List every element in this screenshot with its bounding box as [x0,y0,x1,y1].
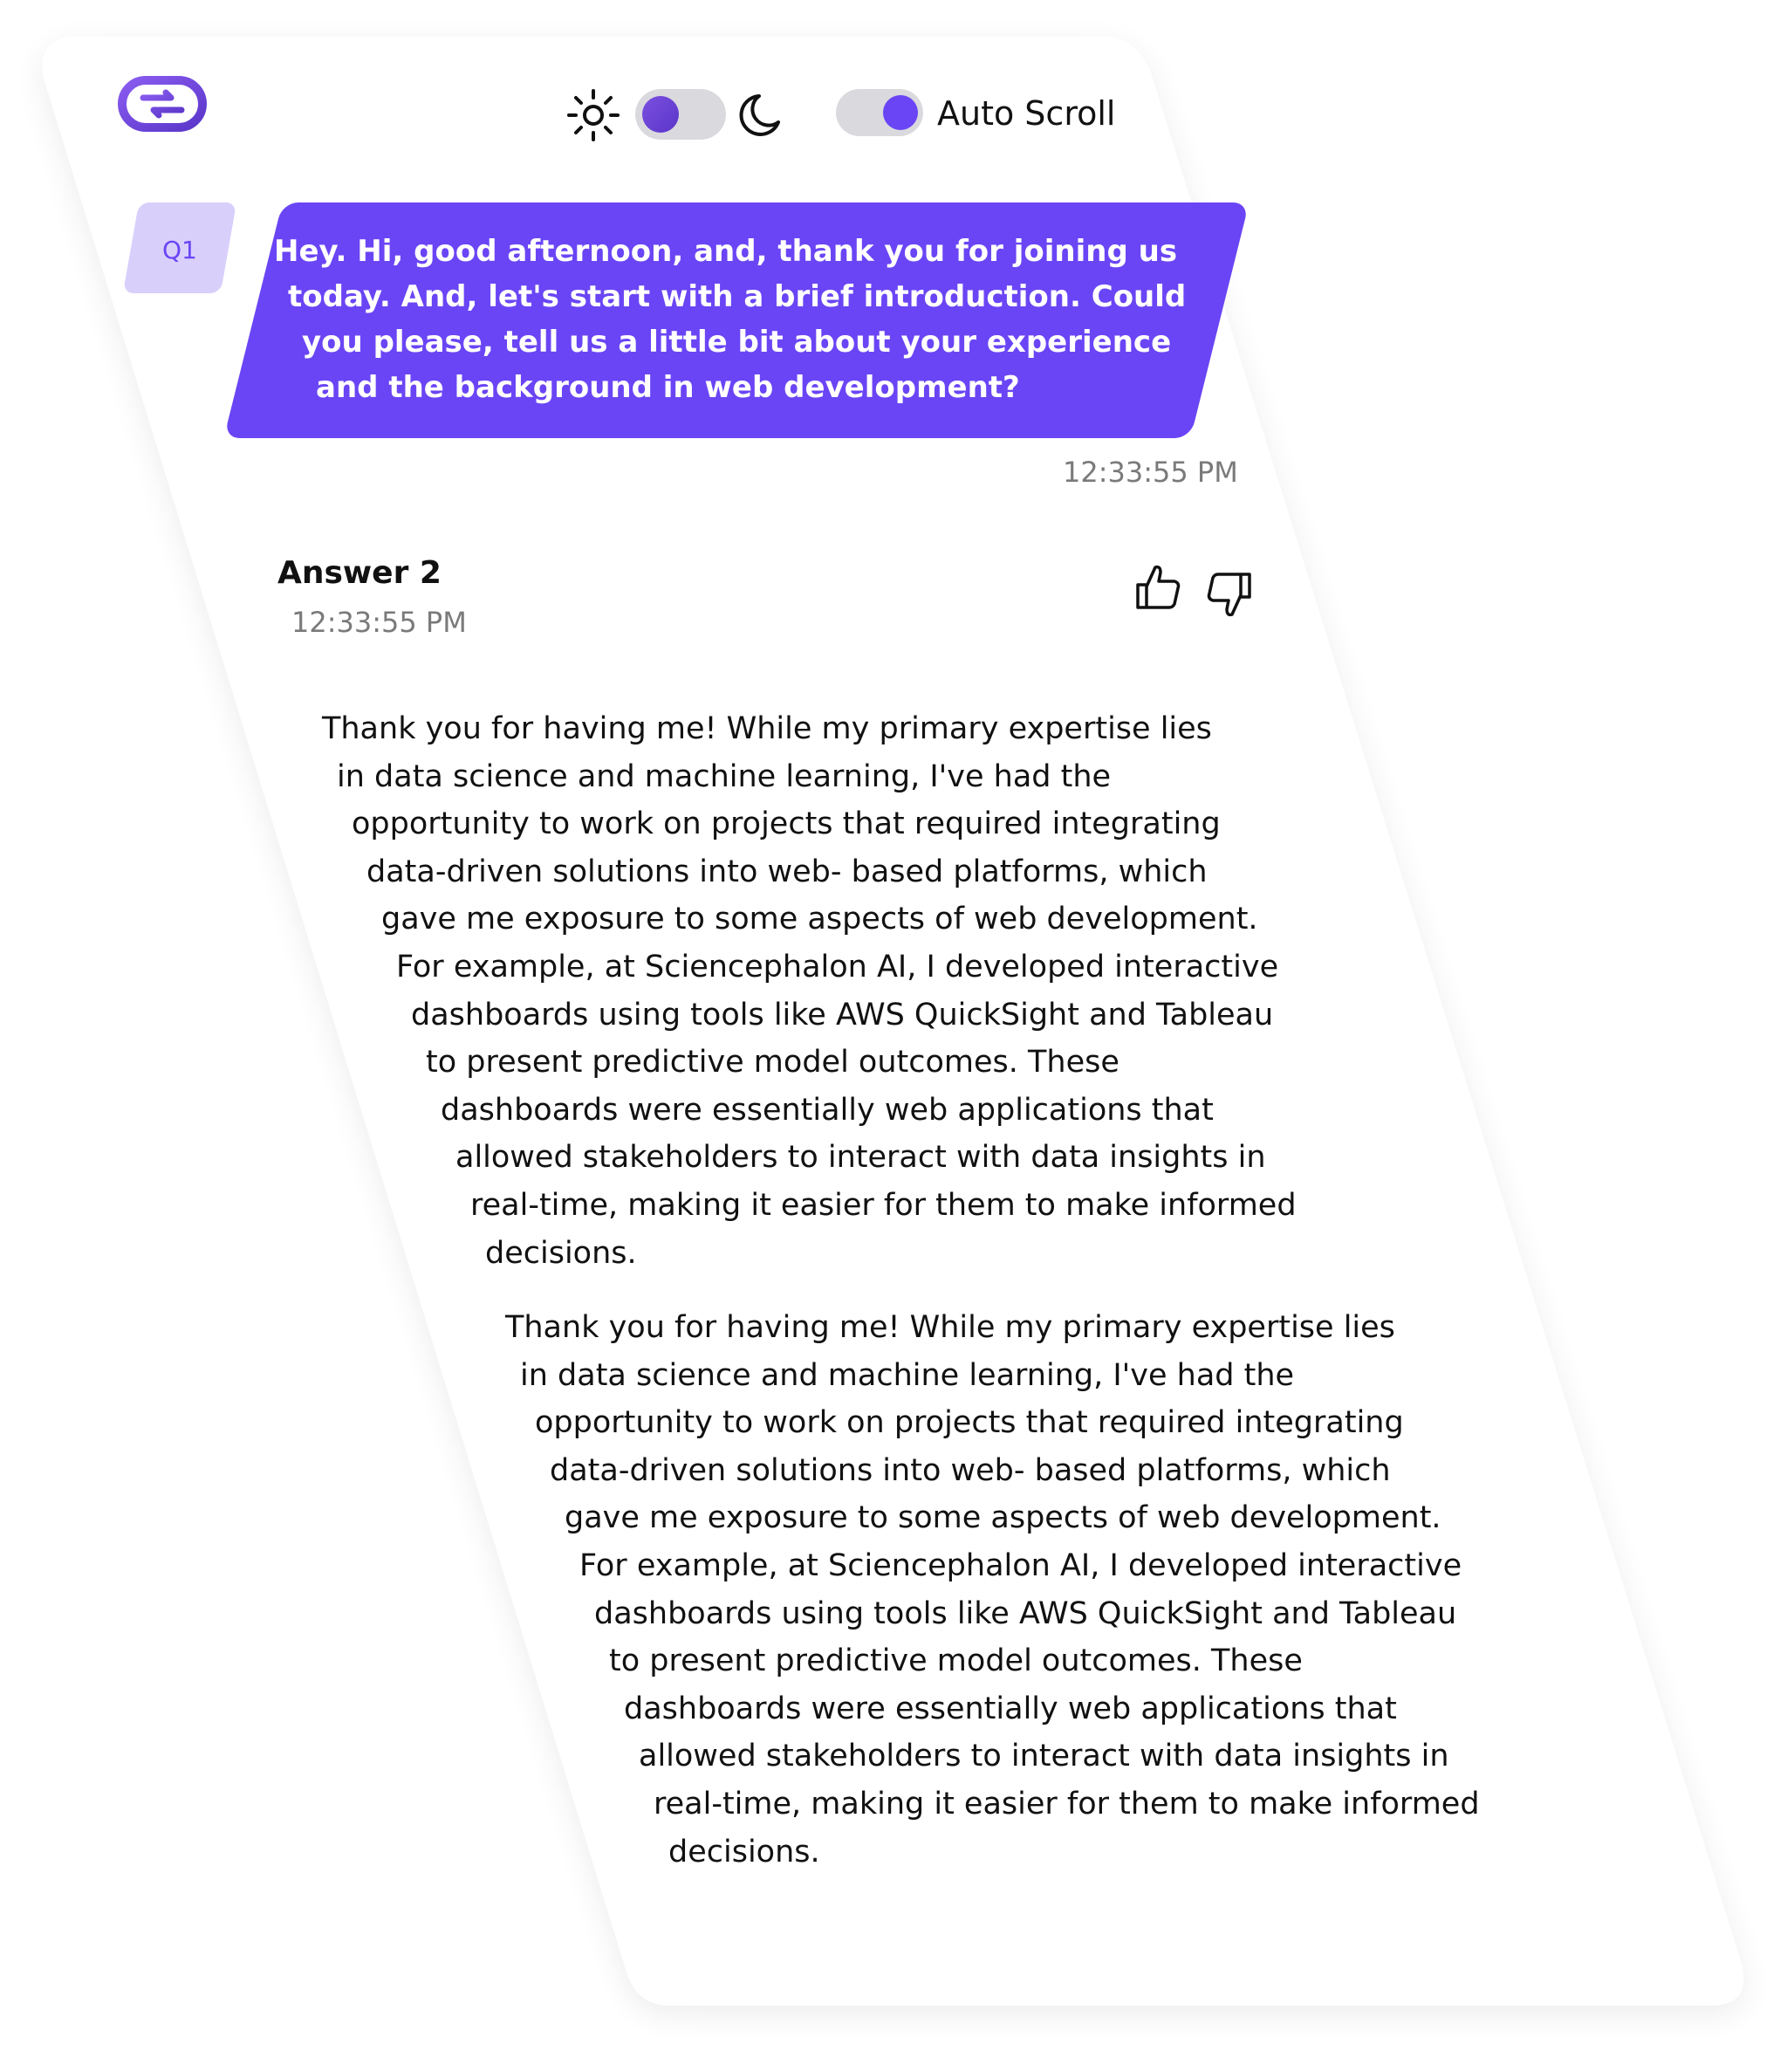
question-timestamp: 12:33:55 PM [1063,456,1238,489]
answer-line: in data science and machine learning, I'… [520,1357,1295,1393]
answer-line: data-driven solutions into web- based pl… [550,1452,1391,1488]
answer-line: dashboards using tools like AWS QuickSig… [411,997,1274,1033]
answer-line: opportunity to work on projects that req… [352,806,1221,842]
sun-icon[interactable] [565,87,621,143]
answer-line: opportunity to work on projects that req… [535,1405,1404,1441]
theme-toggle-knob [642,96,679,133]
answer-line: dashboards were essentially web applicat… [624,1691,1397,1726]
answer-line: real-time, making it easier for them to … [470,1187,1297,1223]
theme-toggle[interactable] [635,89,726,140]
answer-line: allowed stakeholders to interact with da… [455,1140,1266,1176]
autoscroll-toggle[interactable] [836,89,923,136]
thumbs-up-icon[interactable] [1134,562,1183,613]
answer-line: dashboards using tools like AWS QuickSig… [594,1595,1457,1631]
answer-line: in data science and machine learning, I'… [337,758,1112,794]
answer-timestamp: 12:33:55 PM [291,606,467,639]
chat-logo-icon[interactable] [117,75,208,133]
answer-line: to present predictive model outcomes. Th… [426,1045,1119,1081]
answer-title: Answer 2 [277,555,442,591]
question-line: and the background in web development? [316,370,1020,405]
answer-paragraph: Thank you for having me! While my primar… [322,705,1297,1277]
answer-line: decisions. [485,1235,637,1271]
answer-line: Thank you for having me! While my primar… [322,711,1212,746]
autoscroll-label: Auto Scroll [937,94,1116,133]
autoscroll-toggle-knob [883,95,918,130]
answer-line: dashboards were essentially web applicat… [441,1092,1214,1128]
answer-line: Thank you for having me! While my primar… [505,1310,1395,1345]
chat-panel: Auto Scroll Q1 Hey. Hi, good afternoon, … [0,0,1787,2072]
answer-line: gave me exposure to some aspects of web … [565,1500,1441,1536]
question-text: Hey. Hi, good afternoon, and, thank you … [262,229,1187,410]
answer-line: For example, at Sciencephalon AI, I deve… [396,949,1279,985]
question-line: you please, tell us a little bit about y… [302,325,1172,360]
moon-icon[interactable] [736,91,784,140]
answer-line: gave me exposure to some aspects of web … [381,902,1258,937]
answer-line: to present predictive model outcomes. Th… [609,1643,1303,1679]
question-line: Hey. Hi, good afternoon, and, thank you … [274,234,1178,269]
answer-line: real-time, making it easier for them to … [654,1786,1480,1822]
answer-line: allowed stakeholders to interact with da… [639,1739,1449,1774]
question-line: today. And, let's start with a brief int… [288,279,1187,314]
answer-line: For example, at Sciencephalon AI, I deve… [579,1547,1462,1583]
question-tag-label: Q1 [162,236,197,264]
answer-line: decisions. [668,1834,820,1870]
answer-paragraph: Thank you for having me! While my primar… [505,1304,1480,1876]
thumbs-down-icon[interactable] [1204,569,1253,620]
answer-line: data-driven solutions into web- based pl… [366,854,1208,889]
